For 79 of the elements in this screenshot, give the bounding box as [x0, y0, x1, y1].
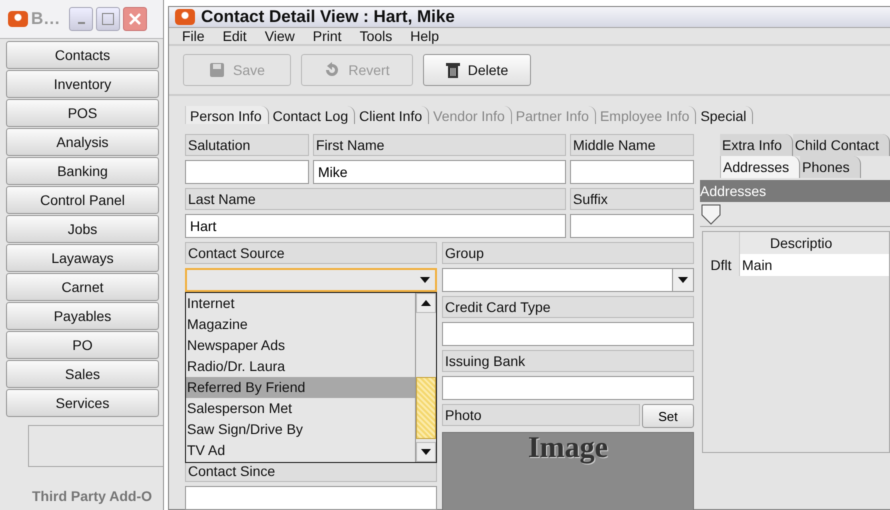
scrollbar-thumb[interactable]	[416, 377, 436, 439]
menu-item[interactable]: Help	[401, 28, 448, 44]
field-label: Photo	[442, 404, 640, 426]
close-icon	[127, 11, 144, 27]
tab[interactable]: Addresses	[720, 156, 800, 178]
dropdown-option[interactable]: Referred By Friend	[186, 377, 415, 398]
nav-button[interactable]: Control Panel	[6, 186, 159, 214]
input-field[interactable]	[442, 376, 694, 400]
tab[interactable]: Contact Log	[268, 106, 356, 124]
field-label: Credit Card Type	[442, 296, 694, 318]
tab[interactable]: Phones	[800, 156, 861, 178]
input-field[interactable]: Hart	[185, 214, 566, 238]
dropdown-option[interactable]: Newspaper Ads	[186, 335, 415, 356]
tab[interactable]: Child Contact	[792, 134, 890, 156]
nav-button[interactable]: Banking	[6, 157, 159, 185]
placeholder-text: Image	[528, 433, 608, 465]
nav-button[interactable]: Analysis	[6, 128, 159, 156]
tab[interactable]: Person Info	[185, 106, 269, 124]
nav-button[interactable]: Jobs	[6, 215, 159, 243]
menu-item[interactable]: File	[173, 28, 214, 44]
table-cell: Main	[740, 254, 889, 276]
save-icon	[209, 62, 226, 78]
nav-button[interactable]: Carnet	[6, 273, 159, 301]
field-label: Issuing Bank	[442, 350, 694, 372]
field-label: Salutation	[185, 134, 309, 156]
up-arrow-icon	[421, 300, 431, 306]
window-title: B…	[31, 9, 60, 29]
nav-button[interactable]: Services	[6, 389, 159, 417]
maximize-button[interactable]	[96, 7, 120, 31]
menu-item[interactable]: View	[256, 28, 304, 44]
input-field[interactable]	[185, 160, 309, 184]
field-label: First Name	[313, 134, 566, 156]
nav-button[interactable]: POS	[6, 99, 159, 127]
menu-item[interactable]: Tools	[350, 28, 402, 44]
revert-icon	[324, 62, 340, 78]
dropdown-option[interactable]: Salesperson Met	[186, 398, 415, 419]
trash-icon	[446, 62, 460, 78]
toolbar-button[interactable]: Delete	[423, 54, 531, 86]
panel-header: Addresses	[700, 180, 890, 202]
tab[interactable]: Extra Info	[720, 134, 793, 156]
input-field[interactable]: Mike	[313, 160, 566, 184]
input-field[interactable]	[185, 486, 437, 510]
nav-button[interactable]: Layaways	[6, 244, 159, 272]
field-label: Suffix	[570, 188, 694, 210]
field-label: Last Name	[185, 188, 566, 210]
nav-button[interactable]: Sales	[6, 360, 159, 388]
down-arrow-icon	[421, 449, 431, 455]
caret-icon	[419, 276, 431, 284]
tab[interactable]: Client Info	[355, 106, 430, 124]
field-label: Middle Name	[570, 134, 694, 156]
menu-item[interactable]: Edit	[214, 28, 256, 44]
window-title: Contact Detail View : Hart, Mike	[201, 7, 455, 27]
set-button[interactable]: Set	[642, 404, 694, 428]
dropdown[interactable]	[442, 268, 694, 292]
scroll-up-button[interactable]	[416, 293, 436, 313]
dropdown-option[interactable]: Radio/Dr. Laura	[186, 356, 415, 377]
input-field[interactable]	[570, 160, 694, 184]
app-icon	[8, 11, 28, 27]
nav-button[interactable]: Contacts	[6, 41, 159, 69]
field-label: Contact Source	[185, 242, 437, 264]
dropdown-option[interactable]: TV Ad	[186, 440, 415, 461]
nav-button[interactable]: PO	[6, 331, 159, 359]
dropdown-option[interactable]: Magazine	[186, 314, 415, 335]
close-button[interactable]	[123, 7, 148, 31]
input-field[interactable]	[570, 214, 694, 238]
nav-button[interactable]: Payables	[6, 302, 159, 330]
nav-button[interactable]: Inventory	[6, 70, 159, 98]
input-field[interactable]	[442, 322, 694, 346]
dropdown-option[interactable]: Internet	[186, 293, 415, 314]
minimize-button[interactable]	[69, 7, 94, 31]
scroll-down-button[interactable]	[416, 442, 436, 462]
group-title: Third Party Add-O	[32, 488, 152, 504]
tab[interactable]: Special	[696, 106, 754, 124]
caret-icon	[677, 276, 689, 284]
column-header: Descriptio	[740, 232, 889, 254]
field-label: Group	[442, 242, 694, 264]
dropdown-option[interactable]: Saw Sign/Drive By	[186, 419, 415, 440]
menu-item[interactable]: Print	[304, 28, 351, 44]
app-icon	[175, 9, 195, 25]
